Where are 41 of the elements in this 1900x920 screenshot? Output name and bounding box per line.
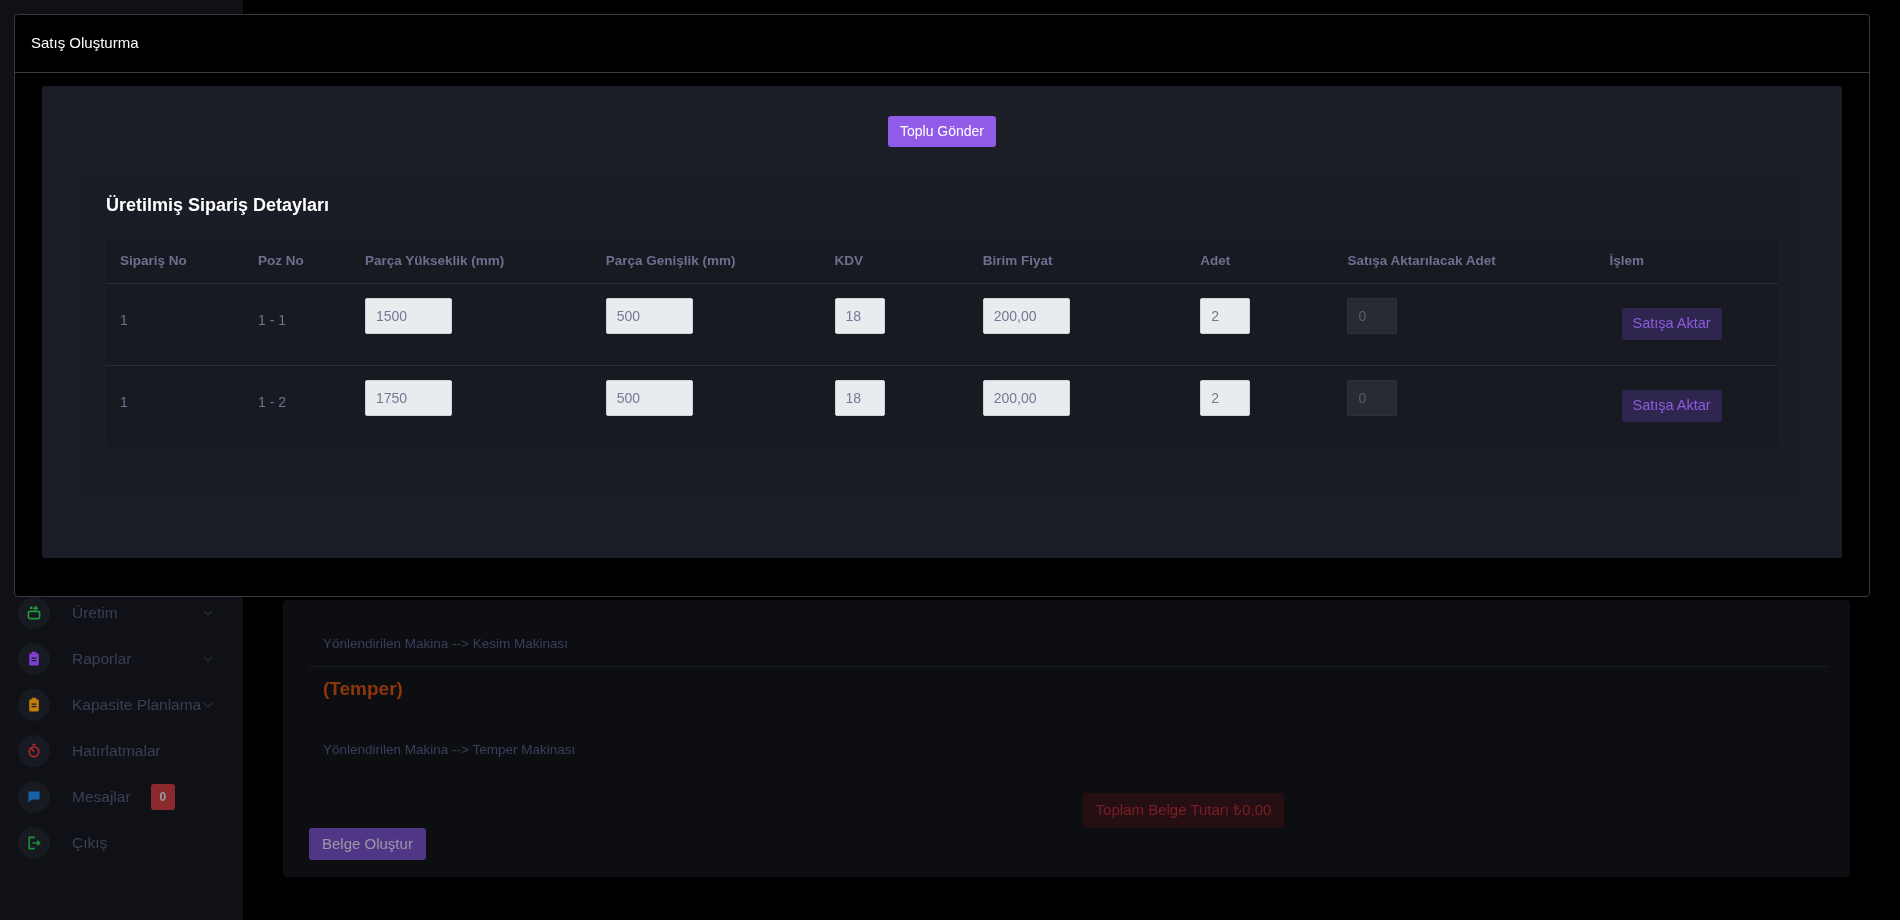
column-header: Poz No (244, 239, 351, 284)
table-cell: 1 - 2 (244, 365, 351, 447)
column-header: Satışa Aktarılacak Adet (1333, 239, 1596, 284)
bulk-send-button[interactable]: Toplu Gönder (887, 116, 997, 147)
input-field[interactable]: 200,00 (982, 380, 1070, 416)
transfer-to-sale-button[interactable]: Satışa Aktar (1621, 308, 1722, 340)
column-header: İşlem (1595, 239, 1778, 284)
input-field[interactable]: 1500 (364, 298, 452, 335)
table-cell: 1 (106, 283, 245, 366)
input-field[interactable]: 18 (834, 380, 885, 416)
menu-label: Mesajlar (72, 787, 131, 808)
route-text: Yönlendirilen Makina --> Kesim Makinası (322, 635, 569, 653)
input-field[interactable]: 18 (834, 298, 885, 335)
card-title: Üretilmiş Sipariş Detayları (106, 194, 331, 217)
table-cell: 1 (106, 365, 245, 447)
count-badge: 0 (150, 784, 176, 810)
input-field[interactable]: 2 (1200, 298, 1251, 335)
menu-label: Kapasite Planlama (72, 695, 202, 716)
transfer-to-sale-button[interactable]: Satışa Aktar (1621, 390, 1722, 422)
total-amount: Toplam Belge Tutarı ₺0,00 (1082, 793, 1285, 828)
modal-title: Satış Oluşturma (31, 33, 139, 54)
input-field[interactable]: 200,00 (982, 298, 1070, 335)
column-header: Sipariş No (106, 239, 245, 284)
menu-label: Hatırlatmalar (72, 741, 161, 762)
route-text: Yönlendirilen Makina --> Temper Makinası (322, 740, 577, 759)
menu-label: Üretim (72, 603, 118, 624)
table-cell: 1 - 1 (244, 283, 351, 366)
input-field[interactable]: 500 (605, 380, 693, 416)
section-heading: (Temper) (322, 677, 404, 702)
sidebar-item[interactable]: Mesajlar 0 (18, 774, 213, 820)
menu-label: Raporlar (72, 649, 132, 670)
create-document-button[interactable]: Belge Oluştur (309, 827, 426, 860)
column-header: Birim Fiyat (968, 239, 1187, 284)
input-field[interactable]: 2 (1200, 380, 1251, 416)
menu-label: Çıkış (72, 833, 108, 854)
input-field[interactable]: 1750 (364, 380, 452, 416)
column-header: Adet (1186, 239, 1334, 284)
column-header: Parça Genişlik (mm) (591, 239, 821, 284)
column-header: Parça Yükseklik (mm) (350, 239, 592, 284)
column-header: KDV (820, 239, 969, 284)
input-field[interactable]: 500 (605, 298, 693, 335)
